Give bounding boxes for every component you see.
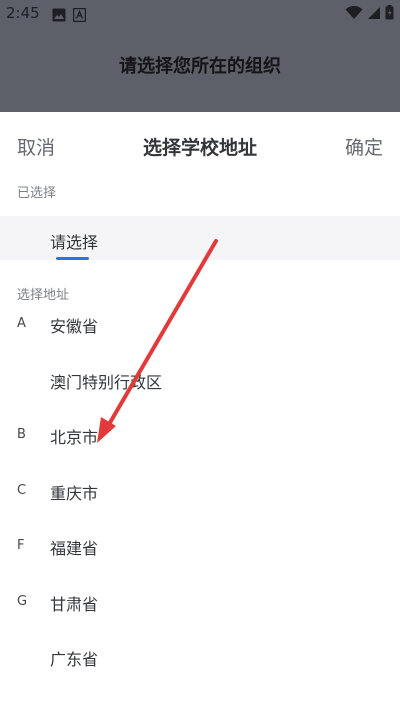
- gallery-icon: [52, 7, 66, 26]
- active-tab-indicator: [56, 257, 89, 260]
- index-letter: B: [17, 427, 26, 442]
- status-bar: 2:45: [0, 0, 400, 28]
- dimmed-background: 2:45 请选择您所在的组织: [0, 0, 400, 112]
- list-item-label: 北京市: [50, 428, 99, 447]
- list-item[interactable]: 澳门特别行政区: [0, 367, 400, 423]
- list-item-label: 安徽省: [50, 317, 99, 336]
- signal-icon: [367, 5, 381, 24]
- status-time: 2:45: [6, 4, 40, 22]
- address-list: A 安徽省 澳门特别行政区 B 北京市 C 重庆市 F 福建省 G 甘肃省 广东…: [0, 311, 400, 700]
- wifi-icon: [345, 5, 363, 24]
- background-page-title: 请选择您所在的组织: [119, 56, 281, 77]
- list-item[interactable]: A 安徽省: [0, 311, 400, 367]
- index-letter: C: [17, 482, 27, 498]
- address-picker-sheet: 取消 选择学校地址 确定 已选择 请选择 选择地址 A 安徽省 澳门特别行政区 …: [0, 112, 400, 711]
- index-letter: G: [17, 593, 28, 609]
- sheet-header: 取消 选择学校地址 确定: [0, 112, 400, 180]
- list-item[interactable]: F 福建省: [0, 533, 400, 589]
- list-item[interactable]: C 重庆市: [0, 478, 400, 534]
- selected-section-label: 已选择: [17, 186, 57, 201]
- battery-icon: [385, 5, 394, 24]
- confirm-button[interactable]: 确定: [345, 133, 383, 160]
- list-item-label: 重庆市: [50, 483, 99, 503]
- sheet-title: 选择学校地址: [142, 137, 257, 159]
- app-notification-icon: [72, 7, 87, 26]
- status-right-icons: [345, 5, 394, 24]
- list-item[interactable]: B 北京市: [0, 422, 400, 478]
- list-item[interactable]: 广东省: [0, 644, 400, 700]
- index-letter: A: [17, 316, 26, 331]
- list-item-label: 福建省: [50, 539, 99, 558]
- address-section-label: 选择地址: [17, 288, 70, 303]
- selected-tabs-bar: 请选择: [0, 216, 400, 260]
- list-item-label: 澳门特别行政区: [50, 372, 163, 392]
- tab-please-select[interactable]: 请选择: [50, 229, 98, 253]
- list-item-label: 甘肃省: [50, 594, 99, 614]
- index-letter: F: [17, 538, 25, 553]
- list-item-label: 广东省: [50, 650, 99, 669]
- list-item[interactable]: G 甘肃省: [0, 589, 400, 645]
- status-left-icons: [52, 7, 87, 26]
